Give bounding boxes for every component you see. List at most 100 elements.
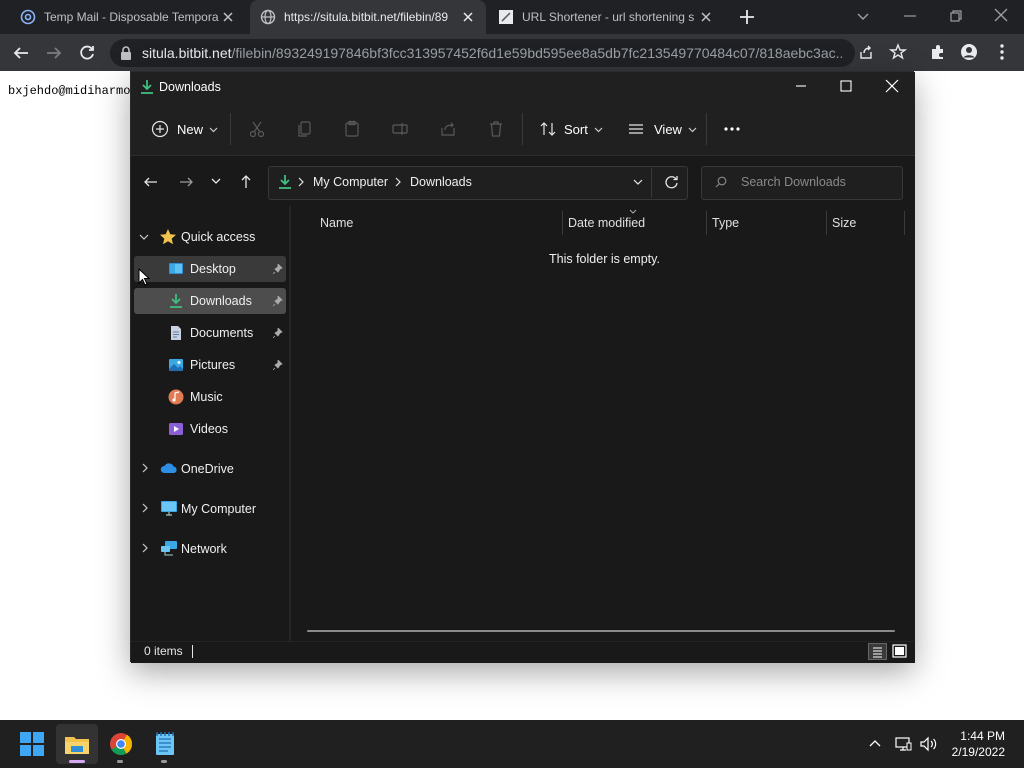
- bookmark-star-icon[interactable]: [889, 43, 907, 61]
- share-icon[interactable]: [439, 120, 457, 138]
- sort-button[interactable]: Sort: [539, 119, 603, 139]
- mouse-cursor-icon: [138, 268, 150, 286]
- breadcrumb-item-downloads[interactable]: Downloads: [410, 175, 472, 189]
- details-view-button[interactable]: [868, 643, 887, 660]
- sidebar-item-documents[interactable]: Documents: [134, 320, 286, 346]
- horizontal-scrollbar[interactable]: [307, 630, 895, 632]
- address-history-chevron-icon[interactable]: [632, 176, 644, 188]
- url-text[interactable]: situla.bitbit.net/filebin/893249197846bf…: [142, 45, 842, 61]
- close-tab-icon[interactable]: [220, 9, 236, 25]
- browser-tab-urlshortener[interactable]: URL Shortener - url shortening s: [488, 0, 724, 34]
- tab-title: https://situla.bitbit.net/filebin/89: [284, 10, 449, 24]
- download-icon: [277, 174, 293, 190]
- sort-arrows-icon: [539, 120, 557, 138]
- rename-icon[interactable]: [391, 120, 409, 138]
- close-window-button[interactable]: [993, 7, 1009, 23]
- collapse-chevron-icon[interactable]: [139, 232, 149, 242]
- notepad-icon[interactable]: [149, 728, 181, 760]
- file-explorer-window: Downloads New Sort View My Computer Down…: [130, 71, 915, 663]
- computer-icon: [160, 500, 178, 516]
- refresh-icon[interactable]: [663, 174, 679, 190]
- show-hidden-icons-chevron-icon[interactable]: [868, 737, 882, 751]
- pin-icon[interactable]: [273, 296, 283, 306]
- status-divider: [192, 645, 193, 658]
- desktop-icon: [168, 261, 184, 277]
- minimize-window-button[interactable]: [902, 8, 918, 24]
- pin-icon[interactable]: [273, 328, 283, 338]
- sidebar-item-videos[interactable]: Videos: [134, 416, 286, 442]
- network-icon: [160, 540, 178, 556]
- close-tab-icon[interactable]: [698, 9, 714, 25]
- nav-back-button[interactable]: [143, 174, 159, 190]
- profile-avatar-icon[interactable]: [960, 43, 978, 61]
- chrome-menu-icon[interactable]: [995, 43, 1009, 61]
- chevron-down-icon: [209, 125, 218, 134]
- expand-chevron-icon[interactable]: [141, 463, 149, 473]
- recent-locations-chevron-icon[interactable]: [210, 175, 222, 187]
- sidebar-item-downloads[interactable]: Downloads: [134, 288, 286, 314]
- browser-tab-tempmail[interactable]: Temp Mail - Disposable Tempora: [10, 0, 246, 34]
- nav-forward-button[interactable]: [178, 174, 194, 190]
- more-options-icon[interactable]: [723, 121, 741, 137]
- explorer-maximize-button[interactable]: [839, 79, 853, 93]
- column-header-size[interactable]: Size: [832, 216, 856, 230]
- nav-up-button[interactable]: [238, 174, 254, 190]
- video-icon: [168, 421, 184, 437]
- reload-button[interactable]: [78, 44, 96, 62]
- lock-icon[interactable]: [119, 45, 133, 61]
- volume-icon[interactable]: [919, 735, 939, 753]
- start-button[interactable]: [16, 728, 48, 760]
- globe-icon: [260, 9, 276, 25]
- explorer-close-button[interactable]: [884, 78, 900, 94]
- empty-folder-message: This folder is empty.: [549, 252, 660, 266]
- tab-search-chevron-icon[interactable]: [855, 8, 871, 24]
- pin-icon[interactable]: [273, 360, 283, 370]
- sidebar-item-desktop[interactable]: Desktop: [134, 256, 286, 282]
- clock-time[interactable]: 1:44 PM: [940, 729, 1005, 743]
- url-path: /filebin/893249197846bf3fcc313957452f6d1…: [231, 45, 843, 61]
- file-list-pane[interactable]: [289, 206, 915, 641]
- chevron-down-icon: [688, 125, 697, 134]
- sidebar-item-my-computer[interactable]: My Computer: [181, 502, 256, 516]
- restore-window-button[interactable]: [948, 8, 964, 24]
- chrome-icon[interactable]: [105, 728, 137, 760]
- column-divider[interactable]: [706, 211, 707, 235]
- cut-icon[interactable]: [248, 120, 266, 138]
- sidebar-item-network[interactable]: Network: [181, 542, 227, 556]
- copy-icon[interactable]: [296, 120, 314, 138]
- share-icon[interactable]: [858, 44, 874, 60]
- large-icons-view-button[interactable]: [890, 643, 909, 660]
- quick-access-label[interactable]: Quick access: [181, 230, 255, 244]
- column-header-name[interactable]: Name: [320, 216, 353, 230]
- sidebar-item-onedrive[interactable]: OneDrive: [181, 462, 234, 476]
- expand-chevron-icon[interactable]: [141, 543, 149, 553]
- explorer-minimize-button[interactable]: [794, 79, 808, 93]
- delete-icon[interactable]: [487, 120, 505, 138]
- view-label: View: [654, 121, 682, 137]
- browser-tab-filebin[interactable]: https://situla.bitbit.net/filebin/89: [250, 0, 486, 34]
- pin-icon[interactable]: [273, 264, 283, 274]
- column-divider[interactable]: [562, 211, 563, 235]
- clock-date[interactable]: 2/19/2022: [940, 745, 1005, 759]
- new-button[interactable]: New: [151, 119, 218, 139]
- sidebar-item-pictures[interactable]: Pictures: [134, 352, 286, 378]
- document-icon: [168, 325, 184, 341]
- column-divider[interactable]: [904, 211, 905, 235]
- close-tab-icon[interactable]: [460, 9, 476, 25]
- expand-chevron-icon[interactable]: [141, 503, 149, 513]
- forward-button[interactable]: [45, 44, 63, 62]
- breadcrumb-item-my-computer[interactable]: My Computer: [313, 175, 388, 189]
- column-header-type[interactable]: Type: [712, 216, 739, 230]
- sidebar-item-music[interactable]: Music: [134, 384, 286, 410]
- new-tab-button[interactable]: [738, 8, 756, 26]
- column-divider[interactable]: [826, 211, 827, 235]
- column-header-date-modified[interactable]: Date modified: [568, 216, 645, 230]
- sidebar-item-label: Documents: [190, 326, 254, 340]
- back-button[interactable]: [12, 44, 30, 62]
- network-status-icon[interactable]: [894, 735, 912, 753]
- sidebar-item-label: Music: [190, 390, 223, 404]
- paste-icon[interactable]: [343, 120, 361, 138]
- toolbar-divider: [522, 113, 523, 145]
- extensions-icon[interactable]: [929, 43, 947, 61]
- view-button[interactable]: View: [627, 119, 697, 139]
